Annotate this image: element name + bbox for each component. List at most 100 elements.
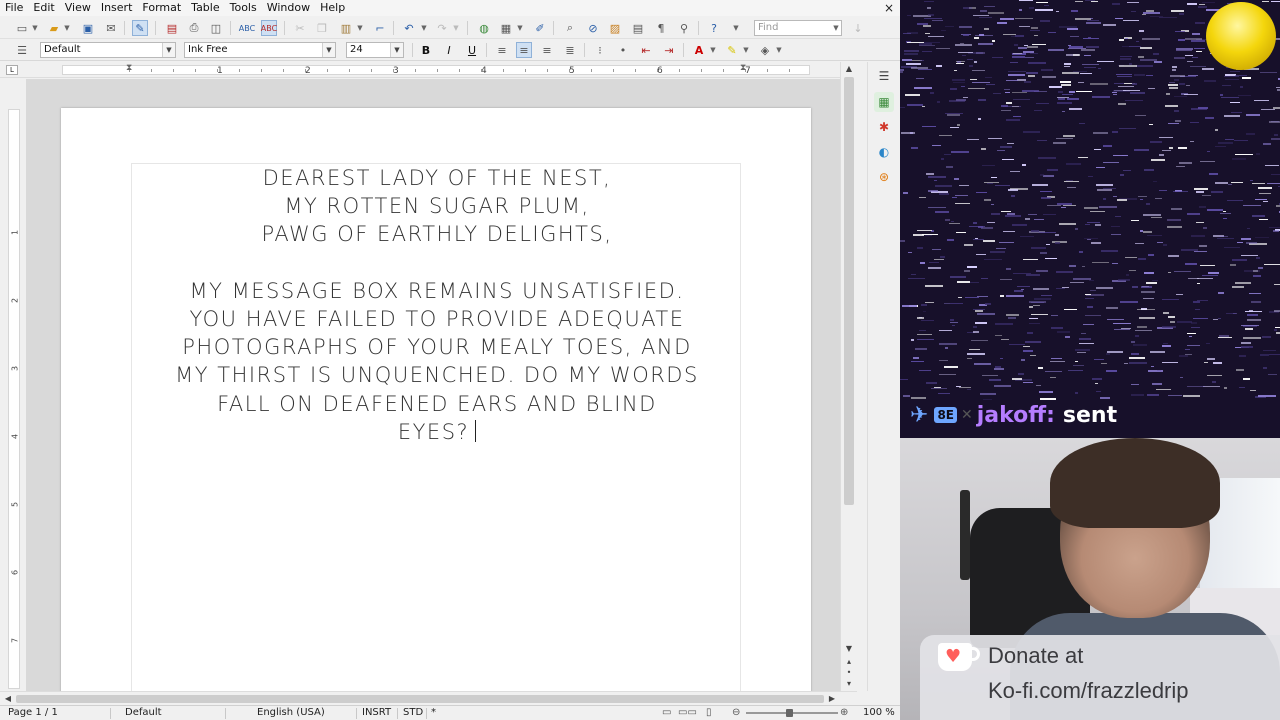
menu-view[interactable]: View: [60, 0, 96, 16]
zoom-slider-handle[interactable]: [786, 709, 793, 717]
previous-page-icon[interactable]: ▴: [843, 657, 855, 667]
sidebar-grip[interactable]: [857, 62, 867, 691]
background-color-icon[interactable]: ◈: [757, 42, 773, 58]
bold-button[interactable]: B: [418, 42, 434, 58]
kofi-donate-banner[interactable]: ♥ Donate at Ko-fi.com/frazzledrip: [920, 635, 1280, 720]
text-line[interactable]: [132, 249, 742, 277]
nonprinting-chars-icon[interactable]: ¶: [653, 20, 669, 36]
paste-dropdown-arrow[interactable]: ▼: [356, 20, 364, 36]
single-page-view-icon[interactable]: ▭: [662, 706, 671, 720]
book-view-icon[interactable]: ▯: [706, 706, 712, 720]
chevron-down-icon[interactable]: ▼: [390, 43, 403, 57]
vertical-ruler-strip[interactable]: 1 2 3 4 5 6 7: [8, 109, 20, 689]
paste-icon[interactable]: ▥: [338, 20, 354, 36]
show-draw-icon[interactable]: ✐: [532, 20, 548, 36]
paragraph-style-select[interactable]: Default ▼: [40, 42, 176, 58]
left-indent-marker[interactable]: ⧗: [126, 63, 132, 73]
menu-insert[interactable]: Insert: [96, 0, 138, 16]
numbering-icon[interactable]: ⁝: [592, 42, 608, 58]
scrollbar-thumb[interactable]: [844, 77, 854, 505]
zoom-icon[interactable]: ⚲: [676, 20, 692, 36]
font-color-dropdown-arrow[interactable]: ▼: [709, 42, 717, 58]
italic-button[interactable]: I: [441, 42, 457, 58]
highlight-icon[interactable]: ✎: [724, 42, 740, 58]
kofi-link[interactable]: Ko-fi.com/frazzledrip: [988, 678, 1189, 704]
justify-icon[interactable]: ≣: [562, 42, 578, 58]
cut-icon[interactable]: ✂: [292, 20, 308, 36]
menu-format[interactable]: Format: [137, 0, 186, 16]
menu-window[interactable]: Window: [262, 0, 315, 16]
navigation-icon[interactable]: •: [843, 668, 855, 678]
find-next-icon[interactable]: ↓: [850, 20, 866, 36]
zoom-level[interactable]: 100 %: [863, 706, 895, 720]
print-preview-icon[interactable]: ◫: [208, 20, 224, 36]
next-page-icon[interactable]: ▾: [843, 679, 855, 689]
properties-icon[interactable]: ▦: [874, 92, 894, 112]
open-icon[interactable]: ▰: [46, 20, 62, 36]
scroll-up-icon[interactable]: ▲: [843, 64, 855, 74]
background-color-dropdown-arrow[interactable]: ▼: [775, 42, 783, 58]
scroll-down-icon[interactable]: ▼: [843, 644, 855, 654]
menu-edit[interactable]: Edit: [28, 0, 59, 16]
navigator-sidebar-icon[interactable]: ⊛: [874, 167, 894, 187]
find-dropdown-arrow[interactable]: ▼: [832, 20, 840, 36]
page[interactable]: DEAREST LADY OF THE NEST, MY ROTTEN SUGA…: [61, 108, 811, 691]
chevron-down-icon[interactable]: ▼: [162, 43, 175, 57]
text-line[interactable]: FALL ON DEAFENED EARS AND BLIND: [132, 390, 742, 418]
datasources-icon[interactable]: ▤: [630, 20, 646, 36]
navigator-icon[interactable]: ⊘: [585, 20, 601, 36]
find-input[interactable]: Find: [754, 20, 842, 36]
clone-format-icon[interactable]: ⌐: [372, 20, 388, 36]
menu-file[interactable]: File: [0, 0, 28, 16]
align-left-icon[interactable]: ≡: [494, 42, 510, 58]
selection-mode[interactable]: STD: [403, 706, 423, 720]
hyperlink-icon[interactable]: ◍: [476, 20, 492, 36]
align-center-icon[interactable]: ≡: [516, 42, 532, 58]
document-area[interactable]: DEAREST LADY OF THE NEST, MY ROTTEN SUGA…: [26, 79, 840, 691]
email-icon[interactable]: ✉: [103, 20, 119, 36]
text-line[interactable]: DEAREST LADY OF THE NEST,: [132, 164, 742, 192]
scroll-left-icon[interactable]: ◀: [2, 694, 14, 704]
highlight-dropdown-arrow[interactable]: ▼: [742, 42, 750, 58]
new-icon[interactable]: ▭: [14, 20, 30, 36]
autospell-icon[interactable]: ABC: [261, 20, 277, 36]
styles-icon[interactable]: ☰: [14, 42, 30, 58]
font-name-select[interactable]: Ink Free ▼: [184, 42, 336, 58]
text-line[interactable]: PHOTOGRAPHS OF YOUR MEALY TOES, AND: [132, 333, 742, 361]
increase-indent-icon[interactable]: ⇥: [661, 42, 677, 58]
page-style[interactable]: Default: [125, 706, 162, 720]
horizontal-scrollbar[interactable]: ◀ ▶: [0, 691, 857, 705]
table-icon[interactable]: ▦: [498, 20, 514, 36]
underline-button[interactable]: U: [464, 42, 480, 58]
undo-icon[interactable]: ↶: [401, 20, 417, 36]
multi-page-view-icon[interactable]: ▭▭: [678, 706, 697, 720]
text-line[interactable]: PAWG OF EARTHLY DELIGHTS,: [132, 220, 742, 248]
menu-help[interactable]: Help: [315, 0, 350, 16]
save-icon[interactable]: ▣: [80, 20, 96, 36]
gallery-icon[interactable]: ▨: [607, 20, 623, 36]
undo-dropdown-arrow[interactable]: ▼: [420, 20, 428, 36]
chevron-down-icon[interactable]: ▼: [322, 43, 335, 57]
menu-tools[interactable]: Tools: [225, 0, 262, 16]
styles-formatting-icon[interactable]: ✱: [874, 117, 894, 137]
menu-table[interactable]: Table: [186, 0, 224, 16]
tab-stop-type-button[interactable]: L: [6, 65, 18, 75]
insert-mode[interactable]: INSRT: [362, 706, 391, 720]
bullets-icon[interactable]: •: [615, 42, 631, 58]
sidebar-menu-icon[interactable]: ☰: [874, 66, 894, 86]
toolbar-options-arrow[interactable]: ▼: [732, 20, 740, 36]
edit-mode-icon[interactable]: ✎: [132, 20, 148, 36]
help-icon[interactable]: ?: [706, 20, 722, 36]
letter-text[interactable]: DEAREST LADY OF THE NEST, MY ROTTEN SUGA…: [132, 164, 742, 446]
scroll-right-icon[interactable]: ▶: [826, 694, 838, 704]
ruler-strip[interactable]: 1 2 3 4 5 6 7: [62, 65, 810, 76]
redo-icon[interactable]: ↷: [434, 20, 450, 36]
redo-dropdown-arrow[interactable]: ▼: [452, 20, 460, 36]
text-line[interactable]: YOU HAVE FAILED TO PROVIDE ADEQUATE: [132, 305, 742, 333]
export-pdf-icon[interactable]: ▤: [164, 20, 180, 36]
text-line[interactable]: MY ROTTEN SUGAR PLUM,: [132, 192, 742, 220]
right-indent-marker[interactable]: ⧗: [740, 63, 746, 73]
vertical-scrollbar[interactable]: ▲ ▼ ▴ • ▾: [840, 62, 857, 691]
zoom-out-icon[interactable]: ⊖: [732, 706, 740, 720]
font-size-select[interactable]: 24 ▼: [346, 42, 404, 58]
